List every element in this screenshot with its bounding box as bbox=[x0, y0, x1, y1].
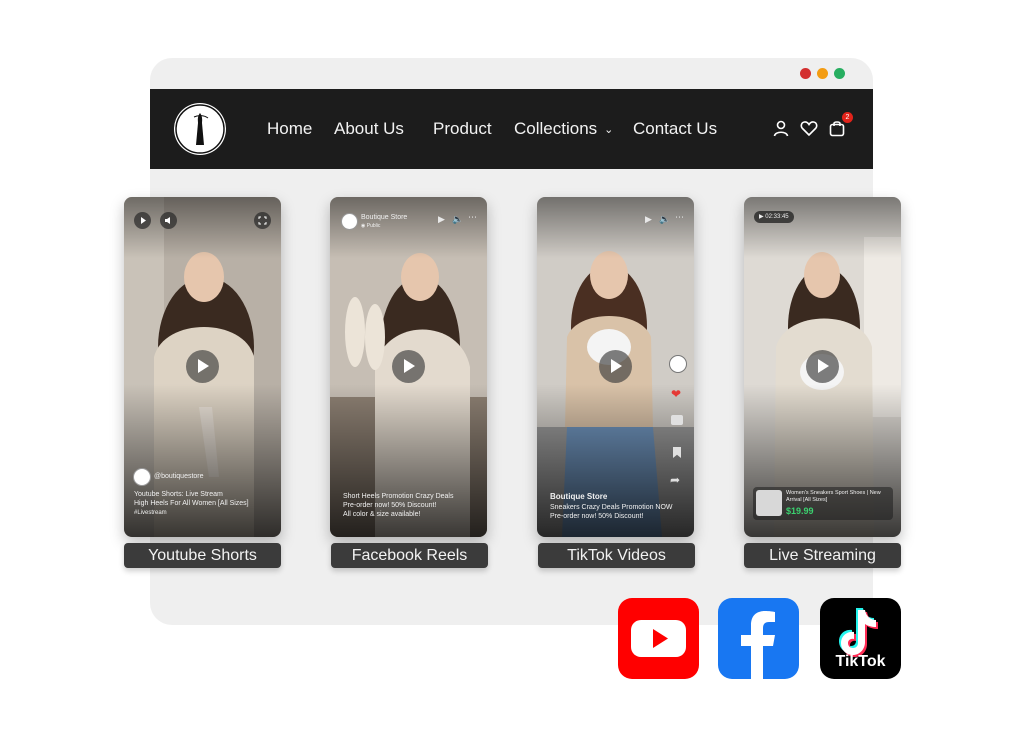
play-button[interactable] bbox=[186, 350, 219, 383]
live-timer-value: 02:33:45 bbox=[765, 214, 789, 220]
tiktok-account-title: Boutique Store bbox=[550, 492, 608, 501]
facebook-logo-icon bbox=[718, 598, 799, 679]
play-button[interactable] bbox=[806, 350, 839, 383]
volume-icon[interactable] bbox=[160, 212, 177, 229]
reel-caption-line-2: Pre-order now! 50% Discount! bbox=[343, 502, 437, 509]
product-thumbnail bbox=[756, 490, 782, 516]
video-card-tiktok-videos[interactable]: ▶ 🔈 ⋯ ❤ ➦ Boutique Store Sneakers Crazy … bbox=[537, 197, 694, 537]
label-facebook-reels: Facebook Reels bbox=[331, 543, 488, 568]
play-small-icon[interactable]: ▶ bbox=[645, 214, 652, 225]
page-avatar bbox=[341, 213, 358, 230]
reel-caption-line-1: Short Heels Promotion Crazy Deals bbox=[343, 493, 454, 500]
nav-collections[interactable]: Collections ⌄ bbox=[514, 89, 613, 169]
play-small-icon[interactable]: ▶ bbox=[438, 214, 445, 225]
window-minimize-dot[interactable] bbox=[817, 68, 828, 79]
volume-icon[interactable]: 🔈 bbox=[659, 214, 670, 225]
live-timer: ▶ 02:33:45 bbox=[754, 211, 794, 223]
product-title: Women's Sneakers Sport Shoes | New Arriv… bbox=[786, 490, 881, 503]
chevron-down-icon: ⌄ bbox=[604, 123, 614, 136]
product-card[interactable]: Women's Sneakers Sport Shoes | New Arriv… bbox=[753, 487, 893, 520]
video-title-line-2: High Heels For All Women [All Sizes] bbox=[134, 500, 249, 507]
window-maximize-dot[interactable] bbox=[834, 68, 845, 79]
play-button[interactable] bbox=[392, 350, 425, 383]
video-card-facebook-reels[interactable]: Boutique Store ◉ Public ▶ 🔈 ⋯ Short Heel… bbox=[330, 197, 487, 537]
cart-count-badge: 2 bbox=[842, 112, 853, 123]
window-controls bbox=[800, 68, 845, 79]
volume-icon[interactable]: 🔈 bbox=[452, 214, 463, 225]
video-card-live-streaming[interactable]: ▶ 02:33:45 Women's Sneakers Sport Shoes … bbox=[744, 197, 901, 537]
play-small-icon[interactable] bbox=[134, 212, 151, 229]
user-icon[interactable] bbox=[772, 119, 790, 137]
tiktok-caption-line-2: Pre-order now! 50% Discount! bbox=[550, 513, 644, 520]
privacy-status: ◉ Public bbox=[361, 223, 381, 229]
tiktok-logo-icon: TikTok bbox=[820, 598, 901, 679]
tiktok-caption-line-1: Sneakers Crazy Deals Promotion NOW bbox=[550, 504, 673, 511]
more-options-icon[interactable]: ⋯ bbox=[468, 212, 477, 223]
privacy-label: Public bbox=[366, 223, 381, 229]
play-button[interactable] bbox=[599, 350, 632, 383]
page-name: Boutique Store bbox=[361, 214, 408, 221]
label-live-streaming: Live Streaming bbox=[744, 543, 901, 568]
creator-avatar[interactable] bbox=[669, 355, 687, 373]
channel-avatar bbox=[133, 468, 151, 486]
comment-icon[interactable] bbox=[671, 415, 683, 425]
nav-about-us[interactable]: About Us bbox=[334, 89, 404, 169]
youtube-logo-icon bbox=[618, 598, 699, 679]
tiktok-logo-text: TikTok bbox=[835, 653, 886, 670]
more-options-icon[interactable]: ⋯ bbox=[675, 212, 684, 223]
video-card-youtube-shorts[interactable]: @boutiquestore Youtube Shorts: Live Stre… bbox=[124, 197, 281, 537]
video-title-line-1: Youtube Shorts: Live Stream bbox=[134, 491, 223, 498]
nav-home[interactable]: Home bbox=[267, 89, 312, 169]
boutique-logo[interactable] bbox=[174, 103, 226, 155]
label-youtube-shorts: Youtube Shorts bbox=[124, 543, 281, 568]
share-icon[interactable]: ➦ bbox=[670, 473, 680, 487]
window-close-dot[interactable] bbox=[800, 68, 811, 79]
channel-handle: @boutiquestore bbox=[154, 473, 204, 480]
fullscreen-icon[interactable] bbox=[254, 212, 271, 229]
nav-product[interactable]: Product bbox=[433, 89, 492, 169]
reel-caption-line-3: All color & size available! bbox=[343, 511, 421, 518]
heart-icon[interactable]: ❤ bbox=[671, 387, 681, 401]
nav-icons: 2 bbox=[772, 112, 853, 137]
label-tiktok-videos: TikTok Videos bbox=[538, 543, 695, 568]
site-navbar: Home About Us Product Collections ⌄ Conta… bbox=[150, 89, 873, 169]
video-hashtag: #Livestream bbox=[134, 510, 167, 516]
product-price: $19.99 bbox=[786, 506, 814, 516]
heart-icon[interactable] bbox=[800, 119, 818, 137]
nav-contact-us[interactable]: Contact Us bbox=[633, 89, 717, 169]
cart-icon[interactable]: 2 bbox=[828, 112, 853, 137]
